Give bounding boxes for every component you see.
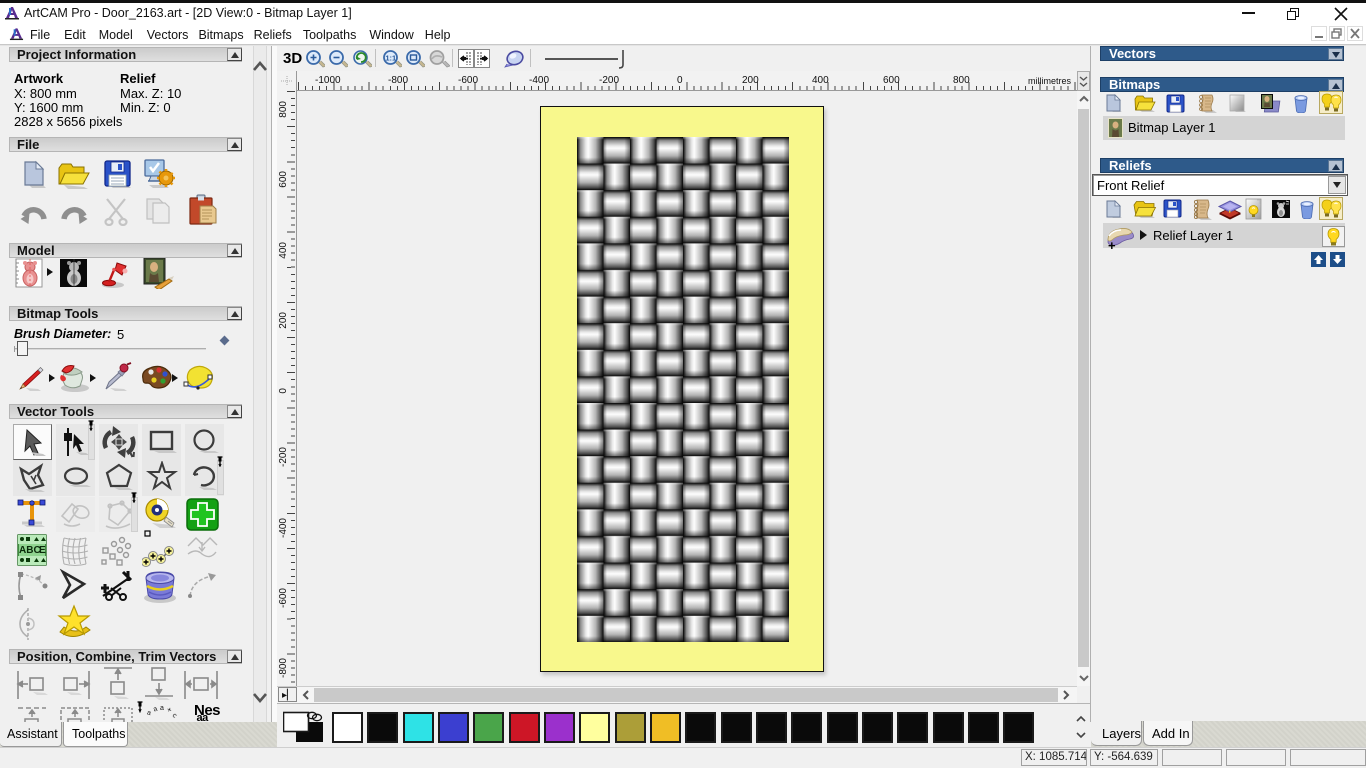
svg-text:1:1: 1:1 [385, 54, 396, 63]
svg-text:ABC: ABC [19, 545, 41, 556]
svg-text:a: a [160, 705, 164, 712]
svg-text:E: E [39, 545, 46, 556]
svg-text:c: c [171, 712, 179, 720]
svg-text:+: + [165, 705, 173, 715]
svg-text:a: a [146, 709, 152, 717]
svg-text:a: a [152, 706, 158, 714]
